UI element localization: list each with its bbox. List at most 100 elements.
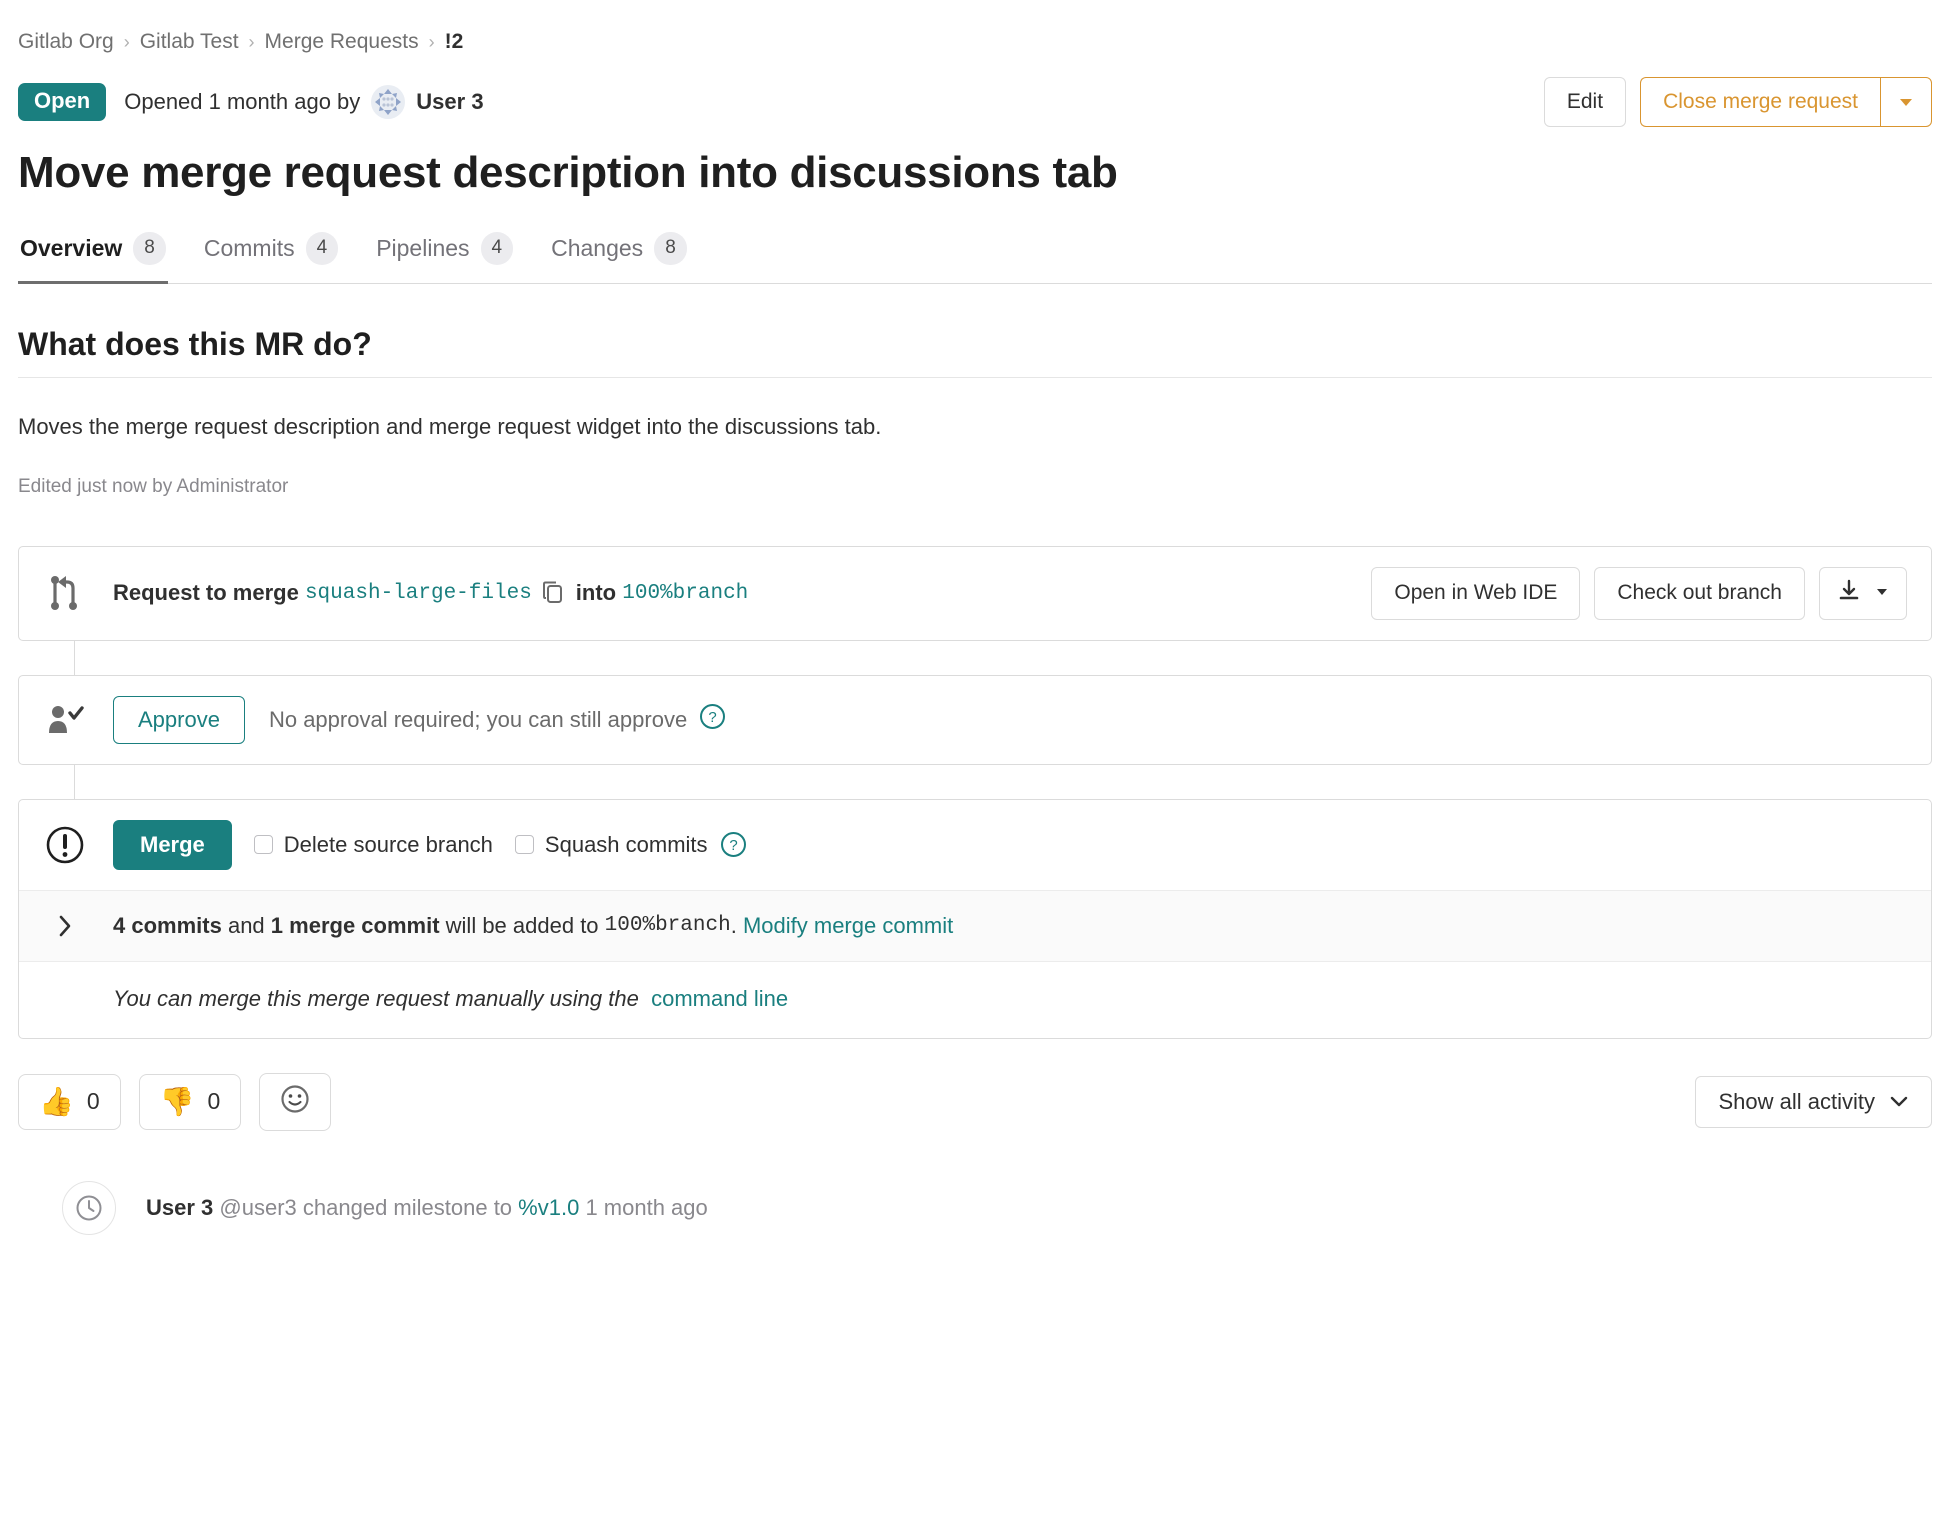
commits-and: and <box>227 912 265 938</box>
reaction-thumbs-down-button[interactable]: 👎 0 <box>138 1073 242 1130</box>
approval-user-check-icon <box>43 702 87 738</box>
tab-changes-label: Changes <box>551 234 644 261</box>
manual-merge-text: You can merge this merge request manuall… <box>113 986 788 1012</box>
activity-action: changed milestone to <box>302 1194 513 1220</box>
show-all-activity-dropdown[interactable]: Show all activity <box>1695 1075 1932 1128</box>
thumbs-down-icon: 👎 <box>159 1085 195 1117</box>
merge-request-page: Gitlab Org › Gitlab Test › Merge Request… <box>0 0 1950 1255</box>
check-out-branch-button[interactable]: Check out branch <box>1594 566 1805 620</box>
download-caret-icon <box>1874 583 1890 604</box>
modify-merge-commit-link[interactable]: Modify merge commit <box>743 913 953 939</box>
merge-button[interactable]: Merge <box>113 819 232 870</box>
description-edited-note: Edited just now by Administrator <box>18 475 289 497</box>
tab-pipelines-label: Pipelines <box>376 234 470 261</box>
approval-note: No approval required; you can still appr… <box>269 703 726 736</box>
reactions-row: 👍 0 👎 0 Show all activity <box>18 1072 1932 1131</box>
breadcrumb-item-project[interactable]: Gitlab Test <box>140 30 239 54</box>
merge-commit-count: 1 merge commit <box>270 912 440 938</box>
close-dropdown-caret-icon[interactable] <box>1880 76 1932 128</box>
header-actions: Edit Close merge request <box>1543 76 1932 128</box>
breadcrumb: Gitlab Org › Gitlab Test › Merge Request… <box>18 0 1932 54</box>
tab-overview[interactable]: Overview 8 <box>18 226 168 284</box>
commits-count: 4 commits <box>113 912 222 938</box>
commits-summary-text: 4 commits and 1 merge commit will be add… <box>113 913 953 939</box>
thumbs-up-icon: 👍 <box>39 1085 74 1117</box>
delete-source-branch-checkbox[interactable] <box>253 835 273 854</box>
tab-pipelines-count: 4 <box>480 232 514 265</box>
expand-commits-chevron-icon[interactable] <box>43 914 87 938</box>
activity-milestone[interactable]: %v1.0 <box>518 1195 579 1220</box>
page-title: Move merge request description into disc… <box>18 148 1118 197</box>
tab-commits-count: 4 <box>305 232 339 265</box>
delete-source-branch-option[interactable]: Delete source branch <box>253 832 493 858</box>
squash-commits-checkbox[interactable] <box>514 835 534 854</box>
merge-card: Merge Delete source branch Squash commit… <box>18 798 1932 1039</box>
reaction-thumbs-up-button[interactable]: 👍 0 <box>18 1073 121 1130</box>
request-to-merge-card: Request to merge squash-large-files into… <box>18 545 1932 641</box>
command-line-link[interactable]: command line <box>651 986 788 1011</box>
tab-commits[interactable]: Commits 4 <box>202 226 340 284</box>
branch-actions: Open in Web IDE Check out branch <box>1371 566 1907 620</box>
commits-tail: will be added to <box>445 912 599 938</box>
opened-by-meta: Opened 1 month ago by User 3 <box>124 85 484 119</box>
close-merge-request-button[interactable]: Close merge request <box>1640 76 1880 128</box>
target-branch-link[interactable]: 100%branch <box>622 582 748 605</box>
add-reaction-button[interactable] <box>259 1072 332 1131</box>
activity-user[interactable]: User 3 <box>146 1195 213 1220</box>
download-icon <box>1836 578 1862 609</box>
smiley-face-icon <box>280 1084 310 1120</box>
activity-time: 1 month ago <box>585 1194 708 1220</box>
merge-action-row: Merge Delete source branch Squash commit… <box>19 800 1931 890</box>
copy-branch-icon[interactable] <box>542 580 566 606</box>
breadcrumb-separator-icon: › <box>428 31 435 52</box>
clock-icon <box>62 1180 116 1235</box>
activity-item: User 3 @user3 changed milestone to %v1.0… <box>18 1180 1932 1255</box>
approval-card: Approve No approval required; you can st… <box>18 674 1932 765</box>
breadcrumb-item-merge-requests[interactable]: Merge Requests <box>265 30 419 54</box>
status-row: Open Opened 1 month ago by User 3 Edit C… <box>18 76 1932 128</box>
description-heading: What does this MR do? <box>18 326 1932 378</box>
source-branch-link[interactable]: squash-large-files <box>305 582 532 605</box>
avatar[interactable] <box>371 85 406 119</box>
tab-overview-label: Overview <box>20 234 123 261</box>
breadcrumb-item-org[interactable]: Gitlab Org <box>18 30 114 54</box>
breadcrumb-separator-icon: › <box>123 31 130 52</box>
manual-merge-row: You can merge this merge request manuall… <box>19 962 1931 1038</box>
edit-button[interactable]: Edit <box>1543 76 1627 128</box>
tab-pipelines[interactable]: Pipelines 4 <box>374 226 515 284</box>
description-body: Moves the merge request description and … <box>18 413 882 439</box>
status-badge: Open <box>18 83 107 121</box>
breadcrumb-separator-icon: › <box>248 31 255 52</box>
thumbs-up-count: 0 <box>86 1088 100 1114</box>
thumbs-down-count: 0 <box>207 1088 221 1114</box>
download-dropdown-button[interactable] <box>1819 566 1907 620</box>
opened-time-text: Opened 1 month ago by <box>124 89 361 114</box>
merge-request-icon <box>43 574 87 612</box>
activity-text: User 3 @user3 changed milestone to %v1.0… <box>146 1195 708 1221</box>
commits-target-branch: 100%branch <box>604 914 731 937</box>
open-in-web-ide-button[interactable]: Open in Web IDE <box>1371 566 1581 620</box>
request-to-merge-label: Request to merge <box>113 580 299 605</box>
widget-connector <box>74 640 75 675</box>
svg-text:?: ? <box>729 837 737 854</box>
tab-changes[interactable]: Changes 8 <box>549 226 689 284</box>
approval-help-icon[interactable]: ? <box>699 703 726 736</box>
warning-exclamation-icon <box>43 825 87 865</box>
chevron-down-icon <box>1889 1089 1909 1115</box>
widget-connector <box>74 764 75 799</box>
squash-commits-option[interactable]: Squash commits <box>514 832 708 858</box>
squash-help-icon[interactable]: ? <box>720 831 747 858</box>
tab-commits-label: Commits <box>203 234 295 261</box>
merge-request-widgets: Request to merge squash-large-files into… <box>18 545 1932 1039</box>
manual-merge-label: You can merge this merge request manuall… <box>113 985 639 1011</box>
close-merge-request-group: Close merge request <box>1640 76 1932 128</box>
activity-handle[interactable]: @user3 <box>219 1195 296 1220</box>
approval-row: Approve No approval required; you can st… <box>19 676 1931 764</box>
approve-button[interactable]: Approve <box>113 695 245 744</box>
author-name[interactable]: User 3 <box>416 89 483 115</box>
tab-overview-count: 8 <box>133 232 166 265</box>
request-to-merge-text: Request to merge squash-large-files into… <box>113 580 748 606</box>
breadcrumb-item-current: !2 <box>444 30 464 53</box>
tab-bar: Overview 8 Commits 4 Pipelines 4 Changes… <box>18 226 1932 284</box>
commits-summary-bar: 4 commits and 1 merge commit will be add… <box>19 889 1931 962</box>
